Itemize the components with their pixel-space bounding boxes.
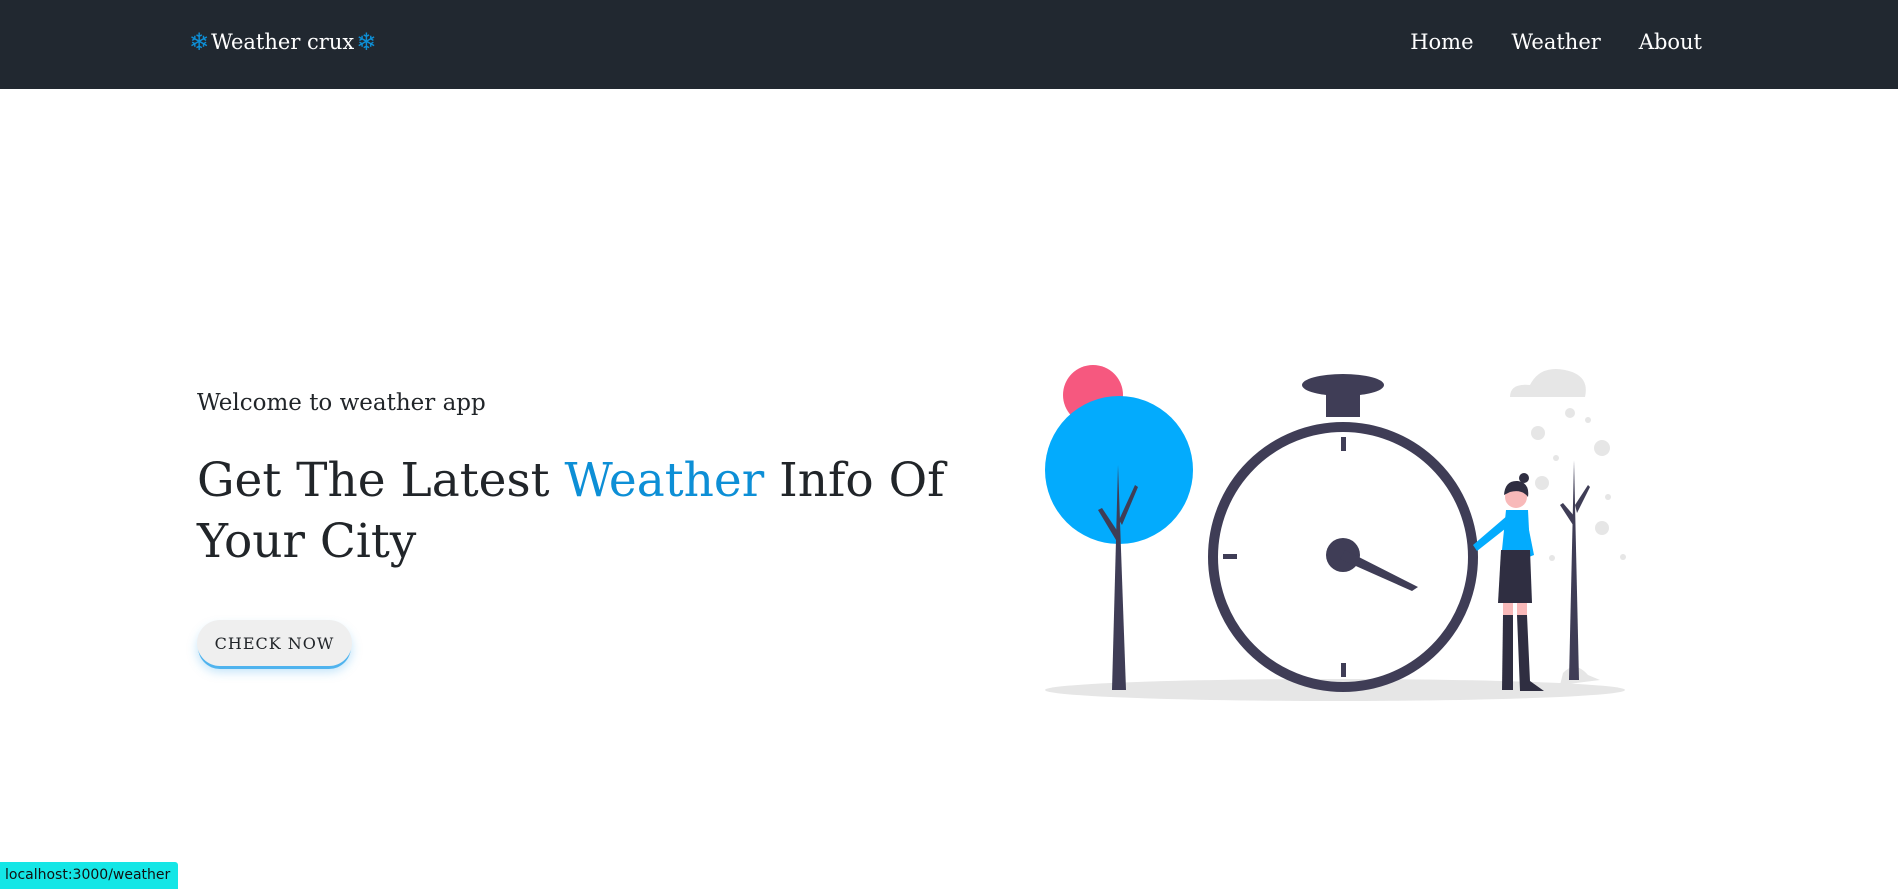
headline-accent: Weather	[564, 453, 765, 508]
status-bar-url: localhost:3000/weather	[0, 862, 179, 889]
woman-illustration	[1473, 473, 1544, 691]
nav-links: Home Weather About	[1410, 26, 1702, 58]
brand-link[interactable]: ❄ Weather crux ❄	[189, 26, 376, 58]
hero-illustration	[1045, 365, 1626, 701]
nav-link-home[interactable]: Home	[1410, 30, 1473, 54]
nav-link-about[interactable]: About	[1639, 30, 1702, 54]
check-now-button[interactable]: CHECK NOW	[197, 620, 352, 666]
tree-illustration	[1045, 396, 1193, 690]
hero-headline: Get The Latest Weather Info Of Your City	[197, 450, 957, 572]
welcome-text: Welcome to weather app	[197, 390, 486, 416]
headline-start: Get The Latest	[197, 453, 550, 508]
nav-link-weather[interactable]: Weather	[1512, 30, 1601, 54]
stopwatch-illustration	[1208, 374, 1478, 692]
navbar: ❄ Weather crux ❄ Home Weather About	[0, 0, 1898, 89]
brand-name: Weather crux	[211, 30, 355, 54]
snowflake-icon: ❄	[356, 28, 377, 56]
snowflake-icon: ❄	[189, 28, 210, 56]
